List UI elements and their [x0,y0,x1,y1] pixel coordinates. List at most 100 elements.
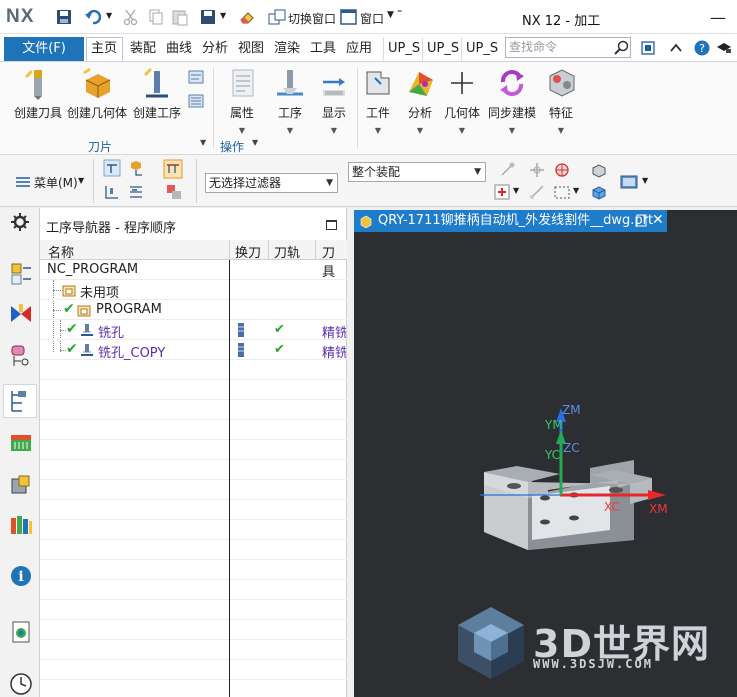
rectangle-select-icon[interactable] [553,183,571,201]
save-dropdown-icon[interactable]: ▼ [220,11,226,20]
create-program-icon[interactable] [165,183,183,201]
tab-view[interactable]: 视图 [233,37,269,61]
create-tool-button[interactable]: 创建刀具 [14,66,62,121]
save-icon[interactable] [55,8,73,26]
cut-icon[interactable] [122,8,140,26]
history-icon[interactable]: i [9,564,33,588]
search-icon[interactable] [614,40,629,55]
display-button[interactable]: 显示 ▼ [316,66,352,135]
paste-icon[interactable] [171,8,189,26]
column-tool-path[interactable]: 刀轨 [274,242,300,261]
part-file-tab[interactable]: QRY-1711铆推柄自动机_外发线割件__dwg.prt [354,210,667,232]
menu-button[interactable]: 菜单(M) [34,174,78,191]
tool-navigator-icon[interactable] [9,262,33,286]
command-search-input[interactable]: 查找命令 [505,37,631,58]
group-blade-more-icon[interactable]: ▼ [200,138,206,147]
tool-list-icon[interactable] [187,92,205,110]
program-view-icon[interactable] [187,68,205,86]
tab-up-s-2[interactable]: UP_S [422,37,461,61]
tab-render[interactable]: 渲染 [269,37,305,61]
feature-button[interactable]: 特征 ▼ [543,66,579,135]
display-dropdown-icon[interactable]: ▼ [316,126,352,135]
reuse-library-icon[interactable] [9,430,33,454]
machine-tool-navigator-icon[interactable] [9,302,33,326]
move-handle-icon[interactable] [528,161,546,179]
feature-dropdown-icon[interactable]: ▼ [543,126,579,135]
gear-icon[interactable] [10,212,30,232]
fit-window-icon[interactable] [640,40,656,56]
tab-file[interactable]: 文件(F) [4,37,84,61]
show-hide-icon[interactable] [590,161,608,179]
column-tool-change[interactable]: 换刀 [235,242,261,261]
roles-clock-icon[interactable] [9,672,33,696]
analysis-dropdown-icon[interactable]: ▼ [402,126,438,135]
geometry-dropdown-icon[interactable]: ▼ [444,126,480,135]
operation-dropdown-icon[interactable]: ▼ [272,126,308,135]
column-name[interactable]: 名称 [48,242,74,261]
analysis-button[interactable]: 分析 ▼ [402,66,438,135]
help-icon[interactable]: ? [694,40,710,56]
switch-window-icon[interactable] [268,8,286,26]
collapse-ribbon-icon[interactable] [669,41,683,55]
machine-method-view-icon[interactable] [103,183,121,201]
role-icon[interactable] [716,40,732,56]
menu-icon[interactable] [14,173,32,191]
synchronous-modeling-dropdown-icon[interactable]: ▼ [488,126,536,135]
table-row[interactable]: NC_PROGRAM [40,260,347,280]
table-row[interactable]: ✔ 铣孔_COPY ✔ 精铣 [40,340,347,361]
tool-view-icon[interactable] [103,159,121,177]
tab-analysis[interactable]: 分析 [197,37,233,61]
create-geometry-button[interactable]: 创建几何体 [67,66,127,121]
tab-curve[interactable]: 曲线 [161,37,197,61]
copy-icon[interactable] [147,8,165,26]
select-feature-icon[interactable] [553,161,571,179]
eraser-icon[interactable] [238,8,256,26]
tab-application[interactable]: 应用 [341,37,381,61]
operation-navigator-tab[interactable] [3,384,37,418]
window-menu-dropdown-icon[interactable]: ▼ [387,10,394,20]
properties-dropdown-icon[interactable]: ▼ [222,126,262,135]
tab-up-s-3[interactable]: UP_S [461,37,500,61]
type-filter-select[interactable]: 无选择过滤器 ▼ [205,173,338,193]
save-as-icon[interactable] [199,8,217,26]
tab-home[interactable]: 主页 [86,37,123,61]
synchronous-modeling-button[interactable]: 同步建模 ▼ [488,66,536,135]
tab-up-s-1[interactable]: UP_S [383,37,422,61]
undo-icon[interactable] [84,8,102,26]
customize-quick-access-icon[interactable]: ⁼ [397,8,402,19]
table-row[interactable]: ✔ 铣孔 ✔ 精铣 [40,320,347,341]
table-row[interactable]: 未用项 [40,280,347,301]
properties-button[interactable]: 属性 ▼ [222,66,262,135]
add-selection-icon[interactable] [493,183,511,201]
create-operation-button[interactable]: 创建工序 [133,66,181,121]
close-tab-icon[interactable]: ✕ [652,212,664,228]
group-operations-more-icon[interactable]: ▼ [252,138,258,147]
rectangle-select-dropdown-icon[interactable]: ▼ [573,186,579,195]
part-file-info-icon[interactable] [636,214,648,227]
tab-assembly[interactable]: 装配 [125,37,161,61]
process-studio-icon[interactable] [9,620,33,644]
window-icon[interactable] [340,8,358,26]
maximize-panel-icon[interactable] [326,220,337,230]
geometry-view-icon[interactable] [127,159,145,177]
minimize-button[interactable]: — [710,8,726,27]
program-order-view-icon[interactable] [163,159,183,179]
tab-tools[interactable]: 工具 [305,37,341,61]
switch-window-button[interactable]: 切换窗口 [288,10,336,27]
web-browser-icon[interactable] [9,513,33,537]
shaded-body-icon[interactable] [590,183,608,201]
table-row[interactable]: ✔ PROGRAM [40,300,347,320]
select-chain-icon[interactable] [528,183,546,201]
snap-point-icon[interactable] [498,161,516,179]
window-menu[interactable]: 窗口 [360,10,384,27]
undo-dropdown-icon[interactable]: ▼ [106,11,112,20]
selection-scope-select[interactable]: 整个装配 ▼ [348,162,486,182]
render-style-icon[interactable] [620,173,638,191]
render-style-dropdown-icon[interactable]: ▼ [642,176,648,185]
add-selection-dropdown-icon[interactable]: ▼ [513,186,519,195]
geometry-button[interactable]: 几何体 ▼ [444,66,480,135]
menu-dropdown-icon[interactable]: ▼ [78,176,84,185]
workpiece-button[interactable]: 工件 ▼ [360,66,396,135]
operation-button[interactable]: 工序 ▼ [272,66,308,135]
workpiece-dropdown-icon[interactable]: ▼ [360,126,396,135]
